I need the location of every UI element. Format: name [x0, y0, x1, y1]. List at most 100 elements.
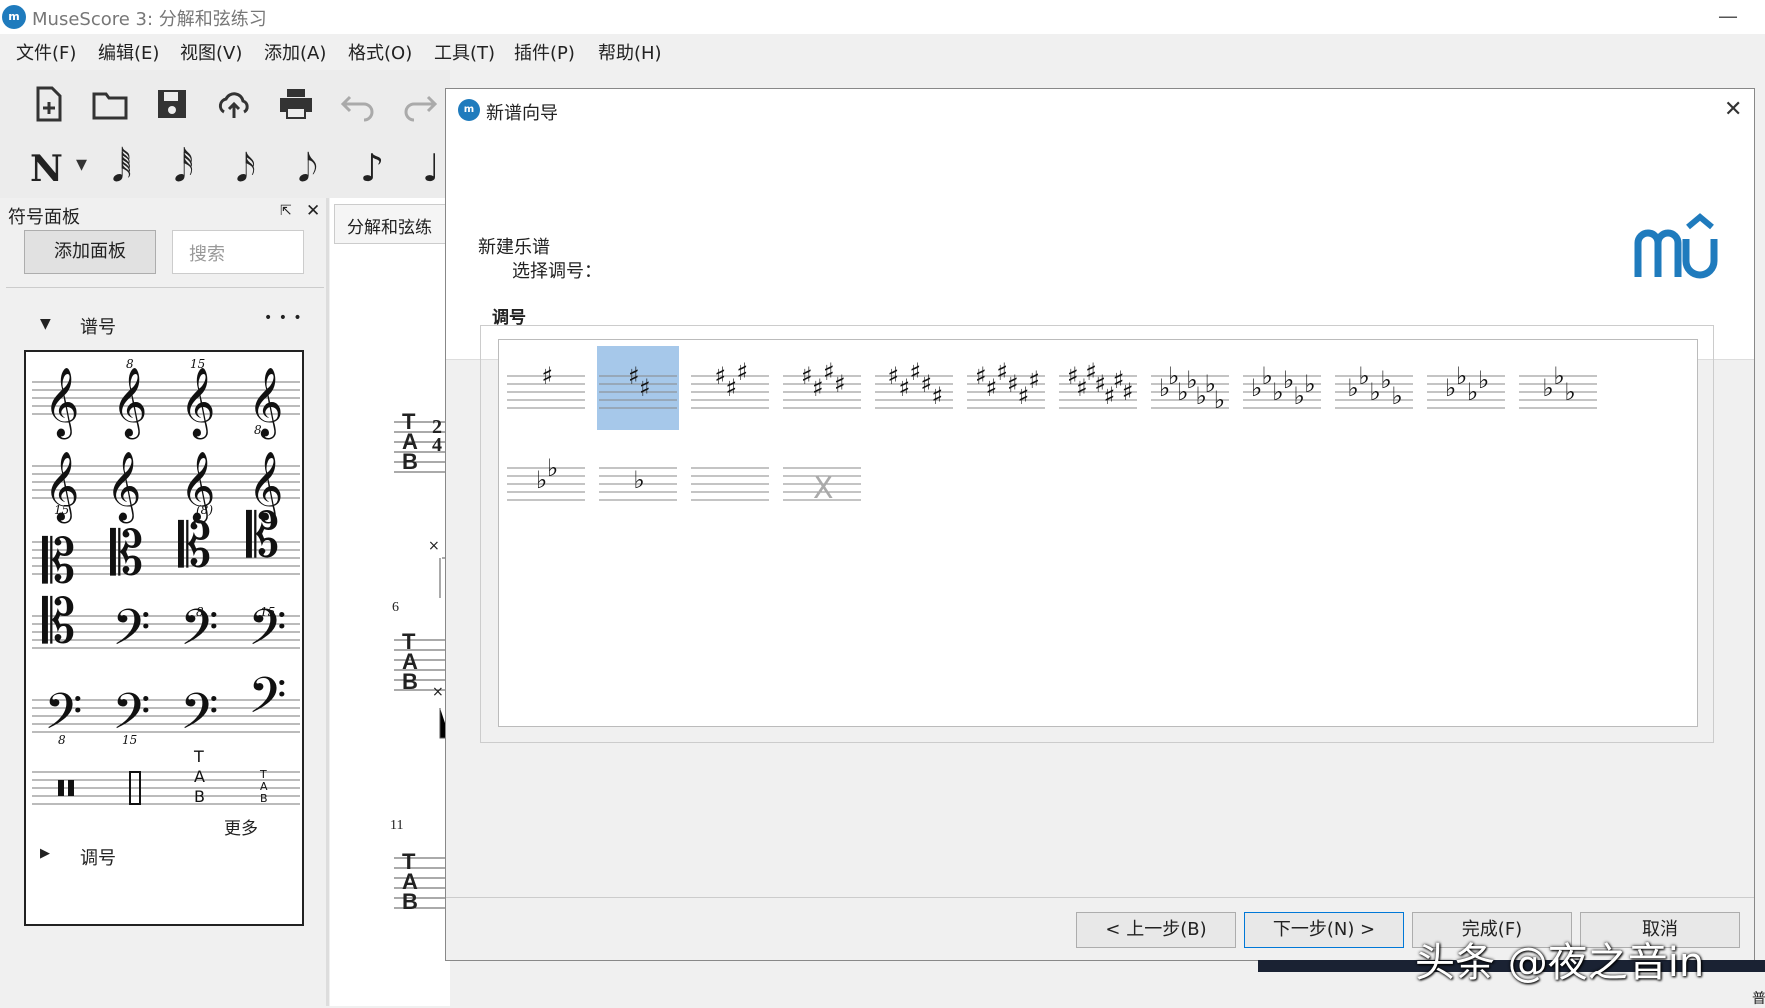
tab-clef-3: TAB	[402, 851, 418, 913]
collapsed-arrow-icon[interactable]: ▶	[40, 846, 50, 861]
sharp-accidental: ♯	[823, 358, 835, 386]
file-toolbar	[0, 70, 450, 140]
more-options-icon[interactable]: • • •	[264, 310, 303, 326]
palette-section-keysig[interactable]: 调号	[80, 844, 116, 870]
chevron-down-icon[interactable]: ▾	[76, 152, 87, 177]
float-icon[interactable]: ⇱	[280, 203, 292, 219]
dialog-title: 新谱向导	[486, 103, 558, 124]
svg-text:𝄡: 𝄡	[110, 519, 143, 589]
keysig-option-sharp-1[interactable]: ♯	[507, 362, 585, 409]
sharp-accidental: ♯	[921, 370, 933, 398]
more-clefs-link[interactable]: 更多	[224, 814, 258, 839]
expanded-arrow-icon[interactable]: ▼	[40, 316, 51, 332]
keysig-option-flat-5[interactable]: ♭ ♭♭ ♭♭	[1335, 362, 1413, 410]
note-half-button[interactable]: ♩	[422, 146, 440, 190]
keysig-option-sharp-2[interactable]: ♯ ♯	[597, 346, 679, 430]
close-icon[interactable]: ✕	[306, 201, 320, 221]
svg-text:15: 15	[54, 503, 69, 517]
keysig-option-sharp-5[interactable]: ♯ ♯♯ ♯ ♯	[875, 358, 953, 410]
menu-view[interactable]: 视图(V)	[180, 39, 242, 65]
note-quarter-button[interactable]: ♪	[360, 146, 384, 190]
menu-add[interactable]: 添加(A)	[264, 39, 326, 65]
svg-text:8: 8	[126, 357, 134, 371]
keysig-option-sharp-4[interactable]: ♯ ♯♯ ♯	[783, 358, 861, 409]
keysig-option-sharp-7[interactable]: ♯♯♯♯♯♯♯	[1059, 358, 1137, 410]
flat-accidental: ♭	[1392, 382, 1403, 410]
menu-edit[interactable]: 编辑(E)	[98, 39, 159, 65]
panel-splitter[interactable]	[326, 198, 329, 1006]
musescore-brand-icon	[1634, 213, 1718, 279]
wizard-subheading: 选择调号：	[512, 261, 602, 282]
musescore-logo-icon: m	[2, 5, 26, 29]
keysig-option-flat-2[interactable]: ♭ ♭	[507, 454, 585, 501]
keysig-option-atonal-0[interactable]: X	[783, 467, 861, 506]
flat-accidental: ♭	[1456, 362, 1467, 390]
back-button[interactable]: < 上一步(B)	[1076, 912, 1236, 948]
divider	[446, 897, 1754, 898]
sharp-accidental: ♯	[628, 362, 640, 390]
cloud-upload-icon[interactable]	[212, 82, 256, 126]
redo-icon[interactable]	[398, 82, 442, 126]
flat-accidental: ♭	[1445, 374, 1456, 402]
undo-icon[interactable]	[336, 82, 380, 126]
score-x-mark: ×	[432, 684, 444, 700]
flat-accidental: ♭	[547, 454, 558, 482]
open-folder-icon[interactable]	[88, 82, 132, 126]
note-64th-button[interactable]: 𝅘𝅥𝅱	[112, 146, 132, 191]
svg-text:𝄢: 𝄢	[248, 667, 287, 737]
keysig-option-sharp-6[interactable]: ♯ ♯♯ ♯ ♯♯	[967, 358, 1045, 410]
status-bar-text: 普	[1752, 991, 1765, 1007]
menu-plugins[interactable]: 插件(P)	[514, 39, 575, 65]
svg-text:15: 15	[260, 605, 275, 619]
flat-accidental: ♭	[1214, 386, 1225, 414]
flat-accidental: ♭	[1370, 378, 1381, 406]
keysig-option-none-0[interactable]	[691, 467, 769, 501]
flat-accidental: ♭	[1304, 370, 1315, 398]
keysig-option-sharp-3[interactable]: ♯ ♯♯	[691, 358, 769, 409]
menu-help[interactable]: 帮助(H)	[598, 39, 662, 65]
menu-format[interactable]: 格式(O)	[348, 39, 412, 65]
score-tab[interactable]: 分解和弦练	[334, 204, 454, 244]
flat-accidental: ♭	[634, 466, 645, 494]
svg-text:𝄞: 𝄞	[106, 451, 141, 523]
note-eighth-button[interactable]: 𝅘𝅥𝅮	[298, 146, 318, 191]
note-input-mode-button[interactable]: N	[30, 148, 63, 190]
palette-section-clefs[interactable]: 谱号	[80, 313, 116, 339]
keysig-option-flat-7[interactable]: ♭♭♭♭♭♭♭	[1151, 362, 1229, 414]
svg-text:B: B	[194, 787, 205, 806]
note-16th-button[interactable]: 𝅘𝅥𝅯	[236, 146, 256, 191]
tab-clef-2: TAB	[402, 631, 418, 694]
keysig-option-flat-6[interactable]: ♭ ♭♭ ♭♭ ♭	[1243, 362, 1321, 410]
flat-accidental: ♭	[1272, 378, 1283, 406]
minimize-button[interactable]: —	[1718, 4, 1738, 28]
menu-tools[interactable]: 工具(T)	[434, 39, 495, 65]
atonal-mark: X	[813, 471, 834, 506]
sharp-accidental: ♯	[1028, 366, 1040, 394]
measure-number: 11	[390, 818, 404, 833]
sharp-accidental: ♯	[812, 374, 824, 402]
sharp-accidental: ♯	[1122, 378, 1134, 406]
tab-letter-b: B	[402, 669, 418, 694]
keysig-option-flat-1[interactable]: ♭	[599, 466, 677, 501]
flat-accidental: ♭	[1283, 366, 1294, 394]
tab-clef-1: TAB	[402, 411, 418, 473]
keysig-option-flat-4[interactable]: ♭ ♭♭ ♭	[1427, 362, 1505, 409]
new-score-wizard-dialog: m 新谱向导 ✕ 新建乐谱 选择调号： 调号 ♯ ♯ ♯ ♯ ♯ ♯ ♯ ♯ ♯ ♯ ♯ ♯ ♯ ♯ ♯ ♯ ♯…	[445, 88, 1755, 961]
keysig-option-flat-3[interactable]: ♭ ♭♭	[1519, 362, 1597, 409]
add-palette-button[interactable]: 添加面板	[24, 230, 156, 274]
menu-file[interactable]: 文件(F)	[16, 39, 76, 65]
palette-search-input[interactable]: 搜索	[172, 230, 304, 274]
new-file-icon[interactable]	[26, 82, 70, 126]
watermark-text: 头条 @夜之音in	[1415, 940, 1705, 986]
next-button[interactable]: 下一步(N) >	[1244, 912, 1404, 948]
keysig-grid-svg: ♯ ♯ ♯ ♯ ♯♯ ♯ ♯♯ ♯ ♯ ♯♯ ♯ ♯♯ ♯♯ ♯ ♯♯ ♯♯♯♯♯♯♯ ♭♭♭♭♭♭♭ ♭ ♭♭ ♭♭…	[507, 346, 1597, 506]
note-32nd-button[interactable]: 𝅘𝅥𝅰	[174, 146, 194, 191]
flat-accidental: ♭	[1348, 374, 1359, 402]
score-canvas: 分解和弦练 × ×	[330, 198, 454, 1006]
save-icon[interactable]	[150, 82, 194, 126]
sharp-accidental: ♯	[899, 374, 911, 402]
svg-text:𝄢: 𝄢	[180, 683, 219, 753]
close-icon[interactable]: ✕	[1724, 97, 1742, 122]
flat-accidental: ♭	[1543, 374, 1554, 402]
print-icon[interactable]	[274, 82, 318, 126]
